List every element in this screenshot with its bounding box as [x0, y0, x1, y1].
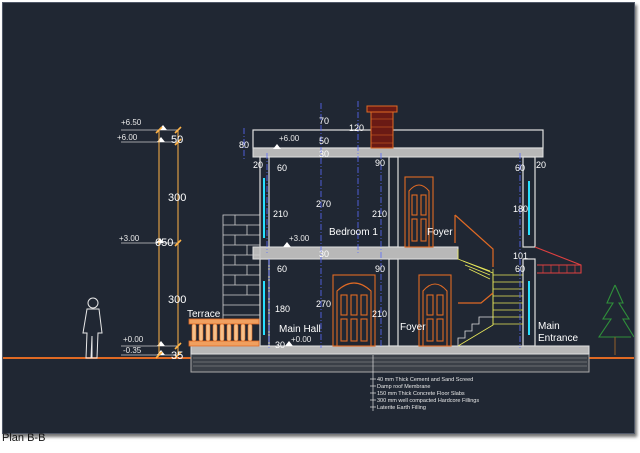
label-main-hall: Main Hall	[279, 324, 321, 335]
dim-20-right: 20	[536, 160, 546, 170]
dim-270: 270	[316, 199, 331, 209]
note-slab: 150 mm Thick Concrete Floor Slabs	[377, 391, 465, 397]
entrance-canopy	[534, 246, 582, 274]
door-foyer	[418, 274, 452, 347]
first-level-label: +3.00	[289, 234, 310, 243]
dim-210-left: 210	[273, 209, 288, 219]
tree-icon	[597, 284, 634, 355]
dim-210-lower: 210	[372, 309, 387, 319]
dim-50: 50	[319, 136, 329, 146]
label-foyer-upper: Foyer	[427, 227, 453, 238]
material-notes: 40 mm Thick Cement and Sand Screed Damp …	[377, 377, 479, 411]
dim-30-first: 30	[319, 249, 329, 259]
label-bedroom: Bedroom 1	[329, 227, 378, 238]
dim-70: 70	[319, 116, 329, 126]
chimney	[370, 110, 394, 149]
foundation-hatch	[190, 353, 590, 373]
section-drawing: +6.50 +6.00 +3.00 +0.00 -0.35 50 300 650…	[3, 101, 634, 411]
dim-180: 180	[513, 204, 528, 214]
note-screed: 40 mm Thick Cement and Sand Screed	[377, 377, 473, 383]
dim-120: 120	[349, 123, 364, 133]
roof-slab	[252, 147, 544, 158]
dim-180-lower: 180	[275, 304, 290, 314]
dim-60-right: 60	[515, 163, 525, 173]
level-label: -0.35	[123, 346, 142, 355]
terrace-base	[188, 340, 260, 347]
stair-steps-lower	[457, 316, 493, 346]
first-floor-slab	[252, 246, 459, 260]
level-label: +6.50	[121, 118, 142, 127]
cad-viewport[interactable]: +6.50 +6.00 +3.00 +0.00 -0.35 50 300 650…	[2, 2, 635, 434]
balusters	[191, 323, 253, 342]
dim-60-left: 60	[277, 163, 287, 173]
label-main: Main	[538, 321, 560, 332]
level-label: +0.00	[123, 335, 144, 344]
dim-30-ground: 30	[275, 340, 285, 350]
drawing-caption: Plan B-B	[2, 432, 46, 444]
dim-270-lower: 270	[316, 299, 331, 309]
dim-210-right: 210	[372, 209, 387, 219]
dim-60-right-lower: 60	[515, 264, 525, 274]
dim-30-roof: 30	[319, 149, 329, 159]
upper-dimensions: 20 60 90 60 20 210 270 210 180 30	[253, 158, 546, 259]
dim-plinth: 35	[171, 350, 183, 362]
door-main-hall	[332, 274, 376, 347]
ground-level-label: +0.00	[291, 335, 312, 344]
dim-60-left-lower: 60	[277, 264, 287, 274]
canopy-details	[542, 265, 576, 273]
dim-parapet: 50	[171, 134, 183, 146]
level-label: +3.00	[119, 234, 140, 243]
dim-lower-storey: 300	[168, 294, 186, 306]
dim-total-height: 650	[155, 237, 173, 249]
dim-90-lower: 90	[375, 264, 385, 274]
roof-level-triangle	[273, 144, 281, 149]
dim-20-left: 20	[253, 160, 263, 170]
stair-handrail	[454, 214, 494, 304]
ground-floor-slab	[190, 345, 590, 355]
level-label: +6.00	[117, 133, 138, 142]
dim-101: 101	[513, 251, 528, 261]
label-foyer-lower: Foyer	[400, 322, 426, 333]
chimney-cap	[366, 105, 398, 113]
note-hardcore: 300 mm well compacted Hardcore Fillings	[377, 398, 479, 404]
label-terrace: Terrace	[187, 309, 221, 320]
label-entrance: Entrance	[538, 333, 578, 344]
dim-90: 90	[375, 158, 385, 168]
staircase	[457, 249, 523, 347]
lower-dimensions: 60 90 60 101 180 270 210 30	[275, 251, 528, 350]
note-laterite: Laterite Earth Filling	[377, 405, 426, 411]
human-figure-icon	[82, 297, 103, 359]
note-membrane: Damp roof Membrane	[377, 384, 431, 390]
dim-upper-storey: 300	[168, 192, 186, 204]
roof-level-label: +6.00	[279, 134, 300, 143]
dim-80: 80	[239, 140, 249, 150]
left-dimension-values: 50 300 650 300 35	[155, 134, 186, 362]
